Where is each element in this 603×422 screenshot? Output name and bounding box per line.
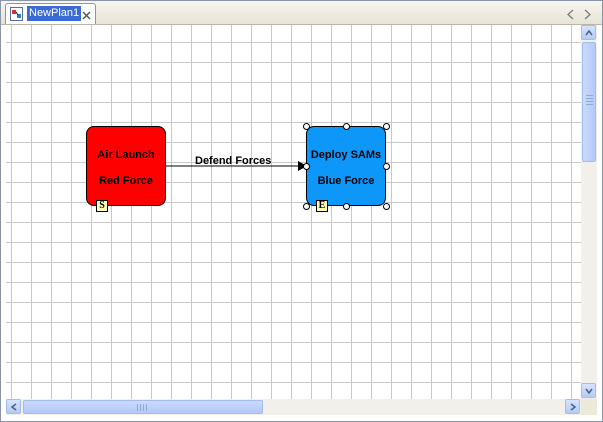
node-air-launch[interactable]: Air Launch Red Force [86,126,166,206]
tab-title: NewPlan1 [27,6,82,21]
plan-document-icon [10,7,23,21]
node-title: Air Launch [97,149,155,161]
horizontal-scrollbar[interactable] [6,399,581,415]
tab-scroll-right-icon[interactable] [582,7,592,20]
selection-handle-top-left[interactable] [303,123,310,130]
scroll-up-button[interactable] [581,25,596,40]
grip-icon [137,404,149,411]
scrollbar-corner [581,399,597,415]
edge-layer [166,161,307,171]
selection-handle-bottom-left[interactable] [303,203,310,210]
tab-bar: NewPlan1 [1,1,602,25]
tab-scroll-left-icon[interactable] [566,7,576,20]
plan-editor-window: NewPlan1 Air Launch Red Force Deploy SAM… [0,0,603,422]
vertical-scrollbar[interactable] [581,25,597,399]
plan-canvas[interactable]: Air Launch Red Force Deploy SAMs Blue Fo… [6,25,581,399]
node-deploy-sams[interactable]: Deploy SAMs Blue Force [306,126,386,206]
selection-handle-bottom[interactable] [343,203,350,210]
tab-newplan1[interactable]: NewPlan1 [5,3,96,24]
selection-handle-right[interactable] [383,163,390,170]
node-force: Blue Force [317,175,375,187]
scroll-down-button[interactable] [581,383,596,398]
edge-label[interactable]: Defend Forces [195,155,271,168]
scroll-left-button[interactable] [6,399,21,414]
selection-handle-left[interactable] [303,163,310,170]
selection-handle-top-right[interactable] [383,123,390,130]
start-marker: S [96,200,108,212]
scroll-right-button[interactable] [565,399,580,414]
close-icon[interactable] [81,8,92,20]
grip-icon [586,95,593,107]
node-title: Deploy SAMs [310,149,382,161]
node-force: Red Force [99,175,153,187]
end-marker: E [316,200,328,212]
selection-handle-top[interactable] [343,123,350,130]
selection-handle-bottom-right[interactable] [383,203,390,210]
horizontal-scroll-thumb[interactable] [23,400,263,414]
vertical-scroll-thumb[interactable] [582,42,596,162]
